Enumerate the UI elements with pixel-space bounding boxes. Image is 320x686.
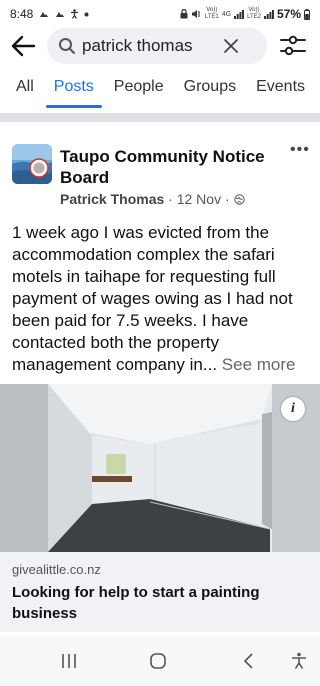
group-name[interactable]: Taupo Community Notice Board <box>60 146 280 188</box>
link-title: Looking for help to start a painting bus… <box>12 584 260 622</box>
post-author[interactable]: Patrick Thomas <box>60 191 164 207</box>
post-body: 1 week ago I was evicted from the accomm… <box>12 222 312 376</box>
back-icon[interactable] <box>240 652 258 670</box>
meta-separator: · <box>168 191 173 207</box>
tab-groups[interactable]: Groups <box>184 74 236 106</box>
network-volte-1: Vo)) <box>206 7 218 13</box>
network-volte-2: Vo)) <box>248 7 260 13</box>
search-input[interactable] <box>82 32 242 60</box>
recent-apps-icon[interactable] <box>60 652 78 670</box>
post-options-icon[interactable]: ••• <box>290 142 310 158</box>
signal-icon <box>234 9 245 19</box>
post-text: 1 week ago I was evicted from the accomm… <box>12 223 293 374</box>
tab-people[interactable]: People <box>114 74 164 106</box>
battery-icon <box>304 8 310 20</box>
lock-icon <box>180 9 188 19</box>
network-lte-2: LTE2 <box>247 14 261 20</box>
dot-icon <box>84 12 89 16</box>
clock: 8:48 <box>10 7 34 21</box>
mute-icon <box>191 10 200 18</box>
link-preview[interactable]: givealittle.co.nz Looking for help to st… <box>0 552 320 632</box>
accessibility-icon <box>71 9 79 19</box>
search-icon <box>59 38 75 54</box>
search-bar <box>0 28 320 64</box>
post-meta: Patrick Thomas · 12 Nov · <box>60 191 245 207</box>
tab-all[interactable]: All <box>16 74 34 106</box>
system-nav-bar <box>0 636 320 686</box>
cloud-icon <box>56 12 65 17</box>
accessibility-icon[interactable] <box>290 652 308 670</box>
group-avatar-image <box>12 144 52 184</box>
room-photo <box>0 384 320 552</box>
see-more-link[interactable]: See more <box>222 355 296 374</box>
signal-icon <box>263 9 274 19</box>
post-photo[interactable] <box>0 384 320 552</box>
clear-icon[interactable] <box>223 38 239 54</box>
status-left: 8:48 <box>10 7 89 21</box>
globe-icon <box>233 194 245 205</box>
tab-posts[interactable]: Posts <box>45 74 102 108</box>
meta-separator: · <box>224 191 230 207</box>
network-lte-1: LTE1 <box>204 14 219 20</box>
status-right: Vo)) LTE1 4G Vo)) LTE2 57% <box>180 7 310 21</box>
info-icon[interactable]: i <box>281 397 305 421</box>
link-domain: givealittle.co.nz <box>12 562 101 577</box>
home-icon[interactable] <box>149 652 167 670</box>
post-date[interactable]: 12 Nov <box>177 191 221 207</box>
battery-level: 57% <box>276 7 301 21</box>
search-field[interactable] <box>47 28 267 64</box>
tab-events[interactable]: Events <box>256 74 305 106</box>
status-bar: 8:48 Vo)) LTE1 4G Vo)) LTE2 57% <box>0 0 320 28</box>
network-label-3: Vo)) LTE2 <box>247 7 261 21</box>
cloud-icon <box>40 12 49 17</box>
search-tabs: All Posts People Groups Events <box>0 74 320 110</box>
filter-icon[interactable] <box>280 35 306 57</box>
group-avatar[interactable] <box>12 144 52 184</box>
section-divider <box>0 113 320 122</box>
network-label-2: 4G <box>222 11 231 18</box>
network-4g: 4G <box>221 10 232 18</box>
network-label-1: Vo)) LTE1 <box>205 7 219 21</box>
back-arrow-icon[interactable] <box>10 34 36 58</box>
